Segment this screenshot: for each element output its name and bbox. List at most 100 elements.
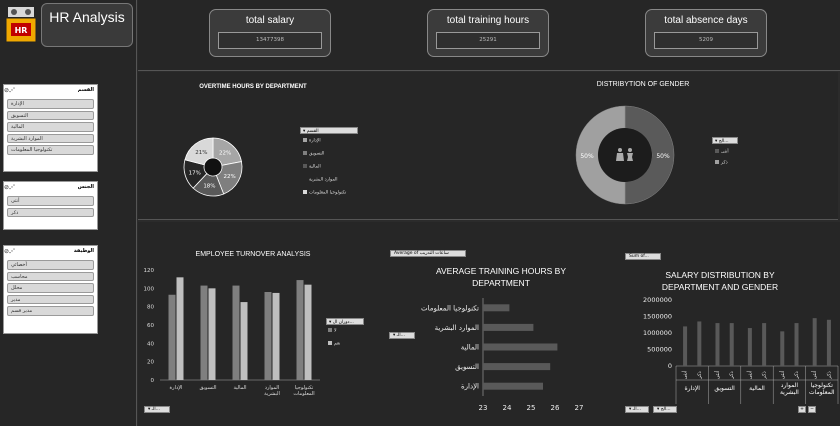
kpi-value: 13477398	[218, 32, 322, 49]
slicer-item[interactable]: أنثى	[7, 196, 94, 206]
training-y-tick: التسويق	[455, 363, 479, 371]
legend-swatch	[715, 160, 719, 164]
slicer-item[interactable]: مدير قسم	[7, 306, 94, 316]
training-field-label: Average of ساعات التدريب	[394, 251, 449, 256]
training-field-button[interactable]: Average of ساعات التدريب	[390, 250, 466, 257]
salary-gender-tick: ذكر	[826, 371, 832, 379]
turnover-axis-filter[interactable]: ▾ الـ...	[144, 406, 170, 413]
salary-gender-tick: أنثى	[779, 370, 786, 379]
overtime-legend-item: المالية	[303, 164, 321, 170]
slicer-item[interactable]: التسويق	[7, 110, 94, 120]
kpi-label: total absence days	[664, 15, 748, 26]
slicer-department[interactable]: القسم ⊘⋰ الإدارة التسويق المالية الموارد …	[3, 84, 98, 172]
legend-label: ذكر	[721, 160, 728, 166]
slicer-item[interactable]: ذكر	[7, 207, 94, 217]
gender-donut-hole	[598, 128, 652, 182]
overtime-legend-item: تكنولوجيا المعلومات	[303, 190, 346, 196]
slicer-item[interactable]: أخصائي	[7, 260, 94, 270]
gender-chart-title: DISTRIBYTION OF GENDER	[596, 81, 690, 88]
slicer-item[interactable]: تكنولوجيا المعلومات	[7, 145, 94, 155]
salary-field-button[interactable]: Sum of...	[625, 253, 661, 260]
slicer-department-title: القسم	[77, 87, 94, 93]
salary-bar	[780, 331, 785, 366]
turnover-x-tick: البشرية	[264, 391, 280, 397]
turnover-y-tick: 120	[144, 268, 155, 274]
legend-label: المالية	[309, 164, 321, 170]
slicer-item[interactable]: المالية	[7, 122, 94, 132]
salary-dept-tick: التسويق	[714, 385, 735, 392]
turnover-bar	[264, 292, 272, 380]
overtime-slice-label: 21%	[195, 150, 207, 156]
gender-legend-item: ذكر	[715, 160, 728, 166]
clear-filter-icon[interactable]: ⊘⋰	[4, 248, 15, 258]
training-chart-title: AVERAGE TRAINING HOURS BY DEPARTMENT	[435, 266, 567, 288]
salary-bar	[697, 321, 702, 366]
training-axis-label: الـ...	[396, 333, 405, 338]
salary-gender-tick: أنثى	[811, 370, 818, 379]
training-y-tick: المالية	[461, 344, 479, 352]
gender-legend-filter[interactable]: ▾ الج...	[712, 137, 738, 144]
legend-swatch	[328, 328, 332, 332]
overtime-pie-chart: 22% 22% 18% 17% 21%	[183, 137, 243, 197]
training-y-tick: الإدارة	[461, 383, 479, 391]
clear-filter-icon[interactable]: ⊘⋰	[4, 87, 15, 97]
turnover-legend-head: دوران ال...	[332, 320, 354, 325]
turnover-y-tick: 40	[147, 341, 154, 347]
salary-bar	[715, 323, 720, 366]
svg-text:HR: HR	[15, 26, 28, 35]
training-bar	[483, 304, 510, 312]
training-axis-filter[interactable]: ▾ الـ...	[389, 332, 415, 339]
training-y-tick: الموارد البشرية	[435, 324, 479, 332]
training-bar	[483, 363, 551, 371]
legend-swatch	[303, 151, 307, 155]
salary-gender-filter-label: الج...	[660, 407, 671, 412]
turnover-y-tick: 60	[147, 323, 154, 329]
training-x-tick: 23	[479, 404, 488, 412]
turnover-legend-filter[interactable]: ▾ دوران ال...	[326, 318, 364, 325]
salary-dept-tick: البشرية	[780, 389, 799, 396]
training-x-tick: 26	[551, 404, 560, 412]
collapse-button[interactable]: −	[808, 406, 816, 413]
gender-donut-chart: 50% 50%	[575, 105, 675, 205]
salary-gender-tick: أنثى	[746, 370, 753, 379]
middle-band: OVERTIME HOURS BY DEPARTMENT 22% 22% 18% 17…	[138, 72, 838, 220]
slicer-item[interactable]: محلل	[7, 283, 94, 293]
salary-bar	[762, 323, 767, 366]
kpi-total-absence-days: total absence days 5209	[645, 9, 767, 57]
salary-dept-tick: الإدارة	[684, 385, 700, 392]
kpi-value: 25291	[436, 32, 540, 49]
clear-filter-icon[interactable]: ⊘⋰	[4, 184, 15, 194]
overtime-slice-label: 22%	[219, 150, 231, 156]
slicer-item[interactable]: مدير	[7, 294, 94, 304]
salary-dept-filter[interactable]: ▾ الـ...	[625, 406, 649, 413]
overtime-legend-item: الموارد البشرية	[303, 177, 338, 183]
legend-label: نعم	[334, 341, 341, 347]
kpi-label: total salary	[245, 15, 295, 26]
slicer-gender-title: الجنس	[77, 184, 94, 190]
slicer-item[interactable]: محاسب	[7, 271, 94, 281]
salary-y-tick: 2000000	[643, 296, 672, 304]
slicer-gender[interactable]: الجنس ⊘⋰ أنثى ذكر	[3, 181, 98, 230]
legend-swatch	[303, 138, 307, 142]
salary-gender-filter[interactable]: ▾ الج...	[653, 406, 677, 413]
turnover-axis-label: الـ...	[151, 407, 160, 412]
expand-button[interactable]: +	[798, 406, 806, 413]
overtime-legend-filter[interactable]: ▾ القسم	[300, 127, 358, 134]
training-x-tick: 27	[575, 404, 584, 412]
salary-dept-filter-label: الـ...	[632, 407, 641, 412]
gender-legend-head: الج...	[718, 139, 729, 144]
salary-bar	[826, 319, 831, 366]
overtime-slice-label: 22%	[224, 174, 236, 180]
slicer-item[interactable]: الإدارة	[7, 99, 94, 109]
gender-slice-label: 50%	[580, 153, 594, 160]
turnover-bar	[208, 288, 216, 380]
turnover-y-tick: 0	[151, 378, 155, 384]
turnover-y-tick: 20	[147, 360, 154, 366]
salary-field-label: Sum of...	[629, 254, 649, 259]
salary-dept-tick: تكنولوجيا	[811, 382, 833, 389]
turnover-bar	[176, 277, 184, 380]
slicer-job[interactable]: الوظيفة ⊘⋰ أخصائي محاسب محلل مدير مدير قس…	[3, 245, 98, 334]
kpi-total-training-hours: total training hours 25291	[427, 9, 549, 57]
turnover-bar	[168, 294, 176, 380]
slicer-item[interactable]: الموارد البشرية	[7, 133, 94, 143]
